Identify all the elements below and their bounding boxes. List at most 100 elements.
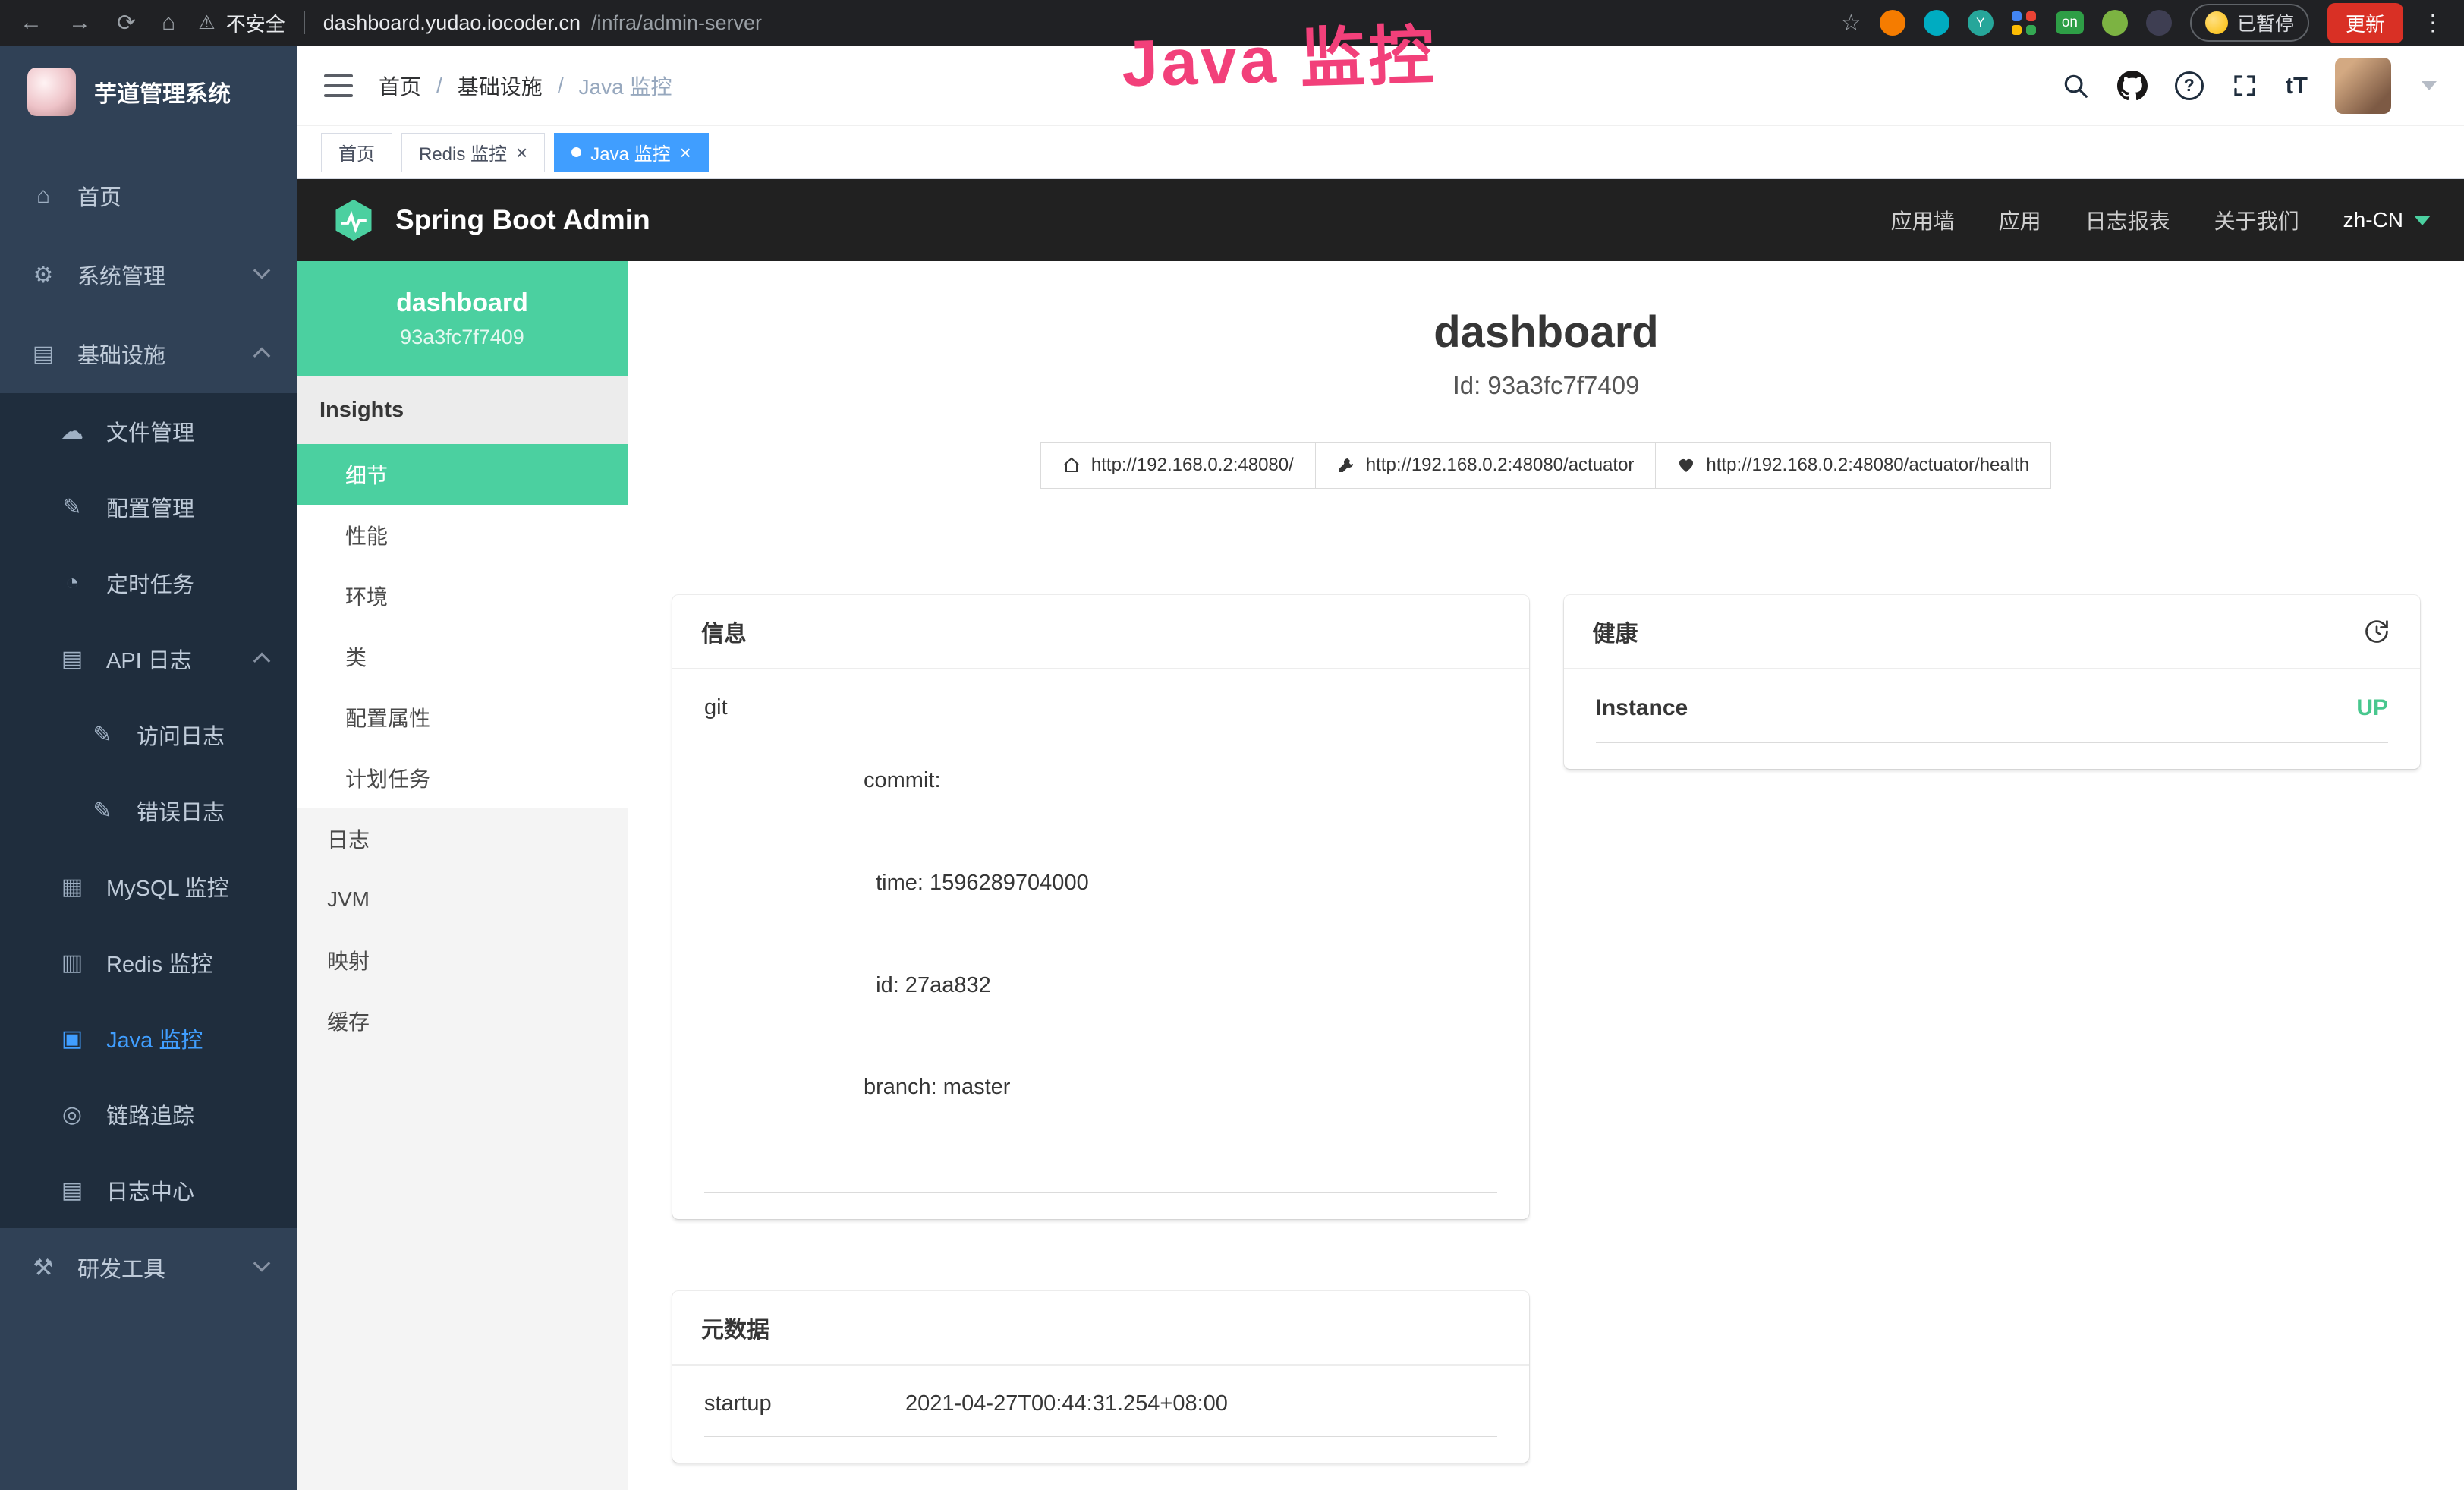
extension-icon-2[interactable] — [1924, 10, 1949, 36]
browser-update-button[interactable]: 更新 — [2327, 3, 2403, 43]
status-badge: UP — [2356, 695, 2388, 721]
sidebar-item-trace[interactable]: ◎ 链路追踪 — [0, 1076, 297, 1152]
sba-item-config-props[interactable]: 配置属性 — [297, 687, 628, 748]
active-tab-dot — [571, 147, 581, 157]
instance-id: 93a3fc7f7409 — [400, 326, 524, 349]
sidebar-item-error-logs[interactable]: ✎ 错误日志 — [0, 773, 297, 849]
sba-item-environment[interactable]: 环境 — [297, 565, 628, 626]
mysql-icon: ▦ — [58, 874, 87, 900]
github-icon[interactable] — [2117, 71, 2148, 101]
sidebar-item-home[interactable]: ⌂ 首页 — [0, 156, 297, 235]
sba-nav-applications[interactable]: 应用 — [1999, 205, 2041, 235]
breadcrumb: 首页 / 基础设施 / Java 监控 — [379, 71, 672, 101]
sidebar-item-file-mgmt[interactable]: ☁ 文件管理 — [0, 393, 297, 469]
sba-item-mappings[interactable]: 映射 — [297, 930, 628, 991]
sba-item-caches[interactable]: 缓存 — [297, 991, 628, 1051]
close-icon[interactable]: × — [680, 143, 691, 162]
table-row[interactable]: Instance UP — [1596, 695, 2389, 743]
sba-item-details[interactable]: 细节 — [297, 444, 628, 505]
breadcrumb-separator: / — [436, 74, 442, 98]
sba-nav-journal[interactable]: 日志报表 — [2085, 205, 2170, 235]
sba-group-insights[interactable]: Insights — [297, 376, 628, 444]
sidebar-item-java-monitor[interactable]: ▣ Java 监控 — [0, 1000, 297, 1076]
bookmark-star-icon[interactable]: ☆ — [1841, 10, 1861, 36]
chevron-down-icon — [253, 262, 271, 279]
font-size-icon[interactable]: tT — [2286, 72, 2308, 99]
sidebar-item-mysql-monitor[interactable]: ▦ MySQL 监控 — [0, 849, 297, 925]
user-avatar[interactable] — [2335, 58, 2391, 114]
profile-paused-badge[interactable]: 已暂停 — [2190, 4, 2309, 42]
card-title: 健康 — [1593, 615, 1638, 648]
sidebar-item-scheduled-tasks[interactable]: ◔ 定时任务 — [0, 545, 297, 621]
sba-brand[interactable]: Spring Boot Admin — [330, 197, 650, 244]
home-icon: ⌂ — [29, 183, 58, 209]
sidebar-item-label: Java 监控 — [106, 1022, 203, 1054]
history-icon[interactable] — [2362, 617, 2391, 646]
health-heart-icon — [1677, 456, 1695, 474]
sba-item-metrics[interactable]: 性能 — [297, 505, 628, 565]
breadcrumb-infrastructure[interactable]: 基础设施 — [458, 71, 543, 101]
browser-home-icon[interactable]: ⌂ — [162, 10, 175, 36]
help-icon[interactable]: ? — [2175, 71, 2204, 100]
sidebar-item-label: 基础设施 — [77, 338, 165, 370]
chevron-down-icon — [253, 1255, 271, 1272]
close-icon[interactable]: × — [516, 143, 527, 162]
extension-icon-1[interactable] — [1880, 10, 1905, 36]
sba-item-scheduled-tasks[interactable]: 计划任务 — [297, 748, 628, 808]
extension-on-badge[interactable]: on — [2056, 11, 2084, 34]
sidebar-item-access-logs[interactable]: ✎ 访问日志 — [0, 697, 297, 773]
url-separator — [304, 11, 305, 34]
tab-home[interactable]: 首页 — [321, 133, 392, 172]
language-selector[interactable]: zh-CN — [2343, 208, 2431, 232]
breadcrumb-home[interactable]: 首页 — [379, 71, 421, 101]
instance-home-link[interactable]: http://192.168.0.2:48080/ — [1040, 442, 1316, 489]
app-logo[interactable]: 芋道管理系统 — [0, 46, 297, 138]
extension-icon-4[interactable] — [2012, 10, 2038, 36]
sidebar-item-infrastructure[interactable]: ▤ 基础设施 — [0, 314, 297, 393]
tab-java-monitor[interactable]: Java 监控 × — [554, 133, 709, 172]
breadcrumb-separator: / — [558, 74, 564, 98]
browser-menu-icon[interactable]: ⋮ — [2422, 10, 2444, 36]
redis-icon: ▥ — [58, 950, 87, 976]
instance-health-link[interactable]: http://192.168.0.2:48080/actuator/health — [1655, 442, 2051, 489]
sidebar-item-label: Redis 监控 — [106, 947, 212, 978]
tab-redis-monitor[interactable]: Redis 监控 × — [401, 133, 545, 172]
extension-icon-3[interactable]: Y — [1968, 10, 1994, 36]
avatar-caret-icon[interactable] — [2422, 81, 2437, 90]
card-body: startup 2021-04-27T00:44:31.254+08:00 — [672, 1366, 1529, 1463]
sidebar-item-log-center[interactable]: ▤ 日志中心 — [0, 1152, 297, 1228]
address-bar[interactable]: ⚠ 不安全 dashboard.yudao.iocoder.cn/infra/a… — [198, 9, 762, 37]
sidebar-item-redis-monitor[interactable]: ▥ Redis 监控 — [0, 925, 297, 1000]
reload-icon[interactable]: ⟳ — [117, 10, 136, 36]
forward-icon[interactable]: → — [68, 10, 91, 36]
fullscreen-icon[interactable] — [2231, 72, 2258, 99]
sba-nav-about[interactable]: 关于我们 — [2214, 205, 2299, 235]
extension-icon-6[interactable] — [2146, 10, 2172, 36]
sba-item-loggers[interactable]: 日志 — [297, 808, 628, 869]
app-header: 首页 / 基础设施 / Java 监控 ? — [297, 46, 2464, 126]
sidebar-item-label: API 日志 — [106, 643, 192, 675]
extension-icon-5[interactable] — [2102, 10, 2128, 36]
sidebar-menu: ⌂ 首页 ⚙ 系统管理 ▤ 基础设施 ☁ 文件管理 — [0, 138, 297, 1307]
sidebar-item-devtools[interactable]: ⚒ 研发工具 — [0, 1228, 297, 1307]
sba-nav-wallboard[interactable]: 应用墙 — [1891, 205, 1955, 235]
sba-item-jvm[interactable]: JVM — [297, 869, 628, 930]
sba-item-beans[interactable]: 类 — [297, 626, 628, 687]
sidebar-item-api-logs[interactable]: ▤ API 日志 — [0, 621, 297, 697]
git-line: time: 1596289704000 — [864, 866, 1089, 900]
sba-instance-block[interactable]: dashboard 93a3fc7f7409 — [297, 261, 628, 376]
instance-links: http://192.168.0.2:48080/ http://192.168… — [628, 442, 2464, 489]
instance-actuator-link[interactable]: http://192.168.0.2:48080/actuator — [1315, 442, 1657, 489]
sba-nav: 应用墙 应用 日志报表 关于我们 zh-CN — [1891, 205, 2431, 235]
app-frame: 芋道管理系统 ⌂ 首页 ⚙ 系统管理 ▤ 基础设施 — [0, 46, 2464, 1490]
cards-grid: 信息 git commit: time: 1596289704000 id: 2… — [628, 595, 2464, 1490]
sidebar-item-system-mgmt[interactable]: ⚙ 系统管理 — [0, 235, 297, 314]
card-title: 元数据 — [672, 1291, 1529, 1366]
language-label: zh-CN — [2343, 208, 2403, 232]
access-log-icon: ✎ — [88, 722, 117, 748]
git-line: branch: master — [864, 1070, 1089, 1104]
search-icon[interactable] — [2061, 71, 2090, 100]
back-icon[interactable]: ← — [20, 10, 42, 36]
hamburger-icon[interactable] — [324, 74, 353, 97]
sidebar-item-config-mgmt[interactable]: ✎ 配置管理 — [0, 469, 297, 545]
